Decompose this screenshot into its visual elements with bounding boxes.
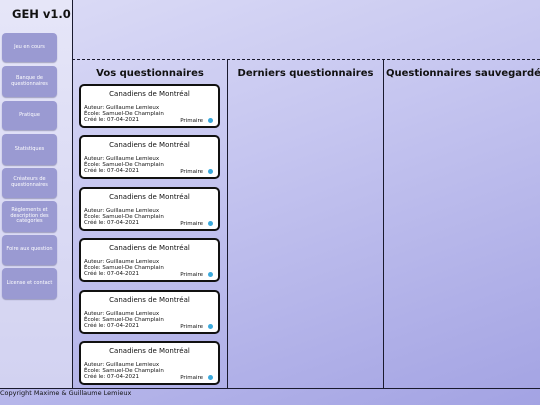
card-level: Primaire	[180, 375, 203, 381]
sidebar: GEH v1.0 Jeu en cours Banque de question…	[0, 0, 73, 388]
level-dot-icon	[208, 324, 213, 329]
card-level: Primaire	[180, 118, 203, 124]
questionnaire-card[interactable]: Canadiens de Montréal Auteur: Guillaume …	[79, 84, 220, 128]
nav-banque-questionnaires[interactable]: Banque de questionnaires	[2, 66, 57, 97]
card-title: Canadiens de Montréal	[109, 347, 190, 355]
card-title: Canadiens de Montréal	[109, 244, 190, 252]
nav-createurs-questionnaires[interactable]: Créateurs de questionnaires	[2, 168, 57, 198]
column-divider	[227, 60, 228, 388]
nav-foire-aux-questions[interactable]: Foire aux question	[2, 235, 57, 265]
column-header-derniers-questionnaires: Derniers questionnaires	[237, 68, 374, 79]
card-created: Créé le: 07-04-2021	[84, 220, 139, 226]
questionnaire-card[interactable]: Canadiens de Montréal Auteur: Guillaume …	[79, 238, 220, 282]
card-created: Créé le: 07-04-2021	[84, 323, 139, 329]
column-header-questionnaires-sauvegardes: Questionnaires sauvegardés	[386, 68, 540, 79]
card-title: Canadiens de Montréal	[109, 193, 190, 201]
card-created: Créé le: 07-04-2021	[84, 168, 139, 174]
nav-reglements-categories[interactable]: Règlements et description des catégories	[2, 201, 57, 232]
card-title: Canadiens de Montréal	[109, 90, 190, 98]
card-level: Primaire	[180, 324, 203, 330]
card-level: Primaire	[180, 221, 203, 227]
app-title: GEH v1.0	[12, 7, 71, 21]
top-dashed-divider	[72, 59, 540, 60]
column-divider	[383, 60, 384, 388]
nav-jeu-en-cours[interactable]: Jeu en cours	[2, 33, 57, 62]
card-title: Canadiens de Montréal	[109, 296, 190, 304]
footer-copyright: Copyright Maxime & Guillaume Lemieux	[0, 389, 132, 397]
level-dot-icon	[208, 272, 213, 277]
nav-statistiques[interactable]: Statistiques	[2, 134, 57, 165]
card-created: Créé le: 07-04-2021	[84, 271, 139, 277]
card-created: Créé le: 07-04-2021	[84, 117, 139, 123]
nav-pratique[interactable]: Pratique	[2, 101, 57, 130]
questionnaire-card[interactable]: Canadiens de Montréal Auteur: Guillaume …	[79, 341, 220, 385]
level-dot-icon	[208, 118, 213, 123]
level-dot-icon	[208, 221, 213, 226]
card-level: Primaire	[180, 169, 203, 175]
questionnaire-card[interactable]: Canadiens de Montréal Auteur: Guillaume …	[79, 290, 220, 334]
card-level: Primaire	[180, 272, 203, 278]
questionnaire-card[interactable]: Canadiens de Montréal Auteur: Guillaume …	[79, 187, 220, 231]
card-created: Créé le: 07-04-2021	[84, 374, 139, 380]
level-dot-icon	[208, 169, 213, 174]
level-dot-icon	[208, 375, 213, 380]
questionnaire-card[interactable]: Canadiens de Montréal Auteur: Guillaume …	[79, 135, 220, 179]
column-header-vos-questionnaires: Vos questionnaires	[96, 68, 204, 79]
card-title: Canadiens de Montréal	[109, 141, 190, 149]
nav-license-contact[interactable]: License et contact	[2, 268, 57, 299]
